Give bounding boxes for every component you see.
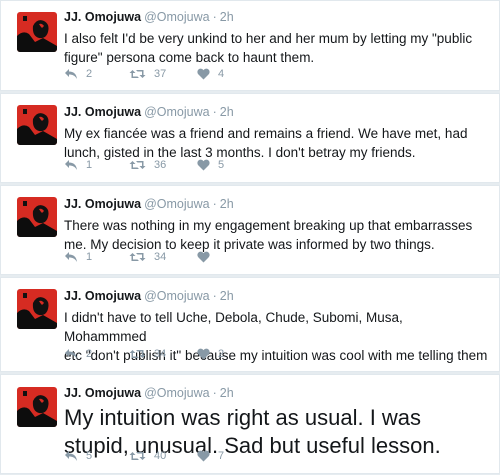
retweet-count: 36 xyxy=(154,159,167,171)
separator: · xyxy=(212,289,217,303)
tweet-header: JJ. Omojuwa @Omojuwa · 2h xyxy=(64,280,489,306)
heart-icon xyxy=(197,348,210,360)
retweet-icon xyxy=(129,348,146,360)
separator: · xyxy=(212,197,217,211)
reply-button[interactable]: 1 xyxy=(64,251,129,263)
reply-icon xyxy=(64,348,78,360)
author-handle[interactable]: @Omojuwa xyxy=(144,197,210,211)
retweet-icon xyxy=(129,159,146,171)
retweet-icon xyxy=(129,68,146,80)
reply-count: 1 xyxy=(86,251,93,263)
avatar[interactable] xyxy=(17,105,57,145)
like-count: 5 xyxy=(218,159,225,171)
reply-icon xyxy=(64,251,78,263)
like-button[interactable]: 2 xyxy=(197,348,247,360)
avatar[interactable] xyxy=(17,12,57,52)
separator: · xyxy=(212,10,217,24)
avatar[interactable] xyxy=(17,197,57,237)
tweet-header: JJ. Omojuwa @Omojuwa · 2h xyxy=(64,96,489,122)
tweet[interactable]: JJ. Omojuwa @Omojuwa · 2h I didn't have to t… xyxy=(0,277,500,372)
tweet[interactable]: JJ. Omojuwa @Omojuwa · 2h I also felt I'd be… xyxy=(0,0,500,91)
like-count: 2 xyxy=(218,348,225,360)
tweet-actions: 5 40 7 xyxy=(64,447,247,465)
author-name[interactable]: JJ. Omojuwa xyxy=(64,386,141,400)
retweet-button[interactable]: 34 xyxy=(129,348,197,360)
like-count: 4 xyxy=(218,68,225,80)
tweet-actions: 1 36 5 xyxy=(64,156,247,174)
separator: · xyxy=(212,386,217,400)
reply-icon xyxy=(64,450,78,462)
like-button[interactable] xyxy=(197,251,247,263)
author-name[interactable]: JJ. Omojuwa xyxy=(64,10,141,24)
like-button[interactable]: 5 xyxy=(197,159,247,171)
author-handle[interactable]: @Omojuwa xyxy=(144,386,210,400)
retweet-button[interactable]: 37 xyxy=(129,68,197,80)
tweet[interactable]: JJ. Omojuwa @Omojuwa · 2h My ex fiancée was … xyxy=(0,93,500,183)
timestamp[interactable]: 2h xyxy=(220,289,234,303)
reply-icon xyxy=(64,159,78,171)
timestamp[interactable]: 2h xyxy=(220,386,234,400)
author-handle[interactable]: @Omojuwa xyxy=(144,10,210,24)
like-count: 7 xyxy=(218,450,225,462)
reply-button[interactable]: 2 xyxy=(64,68,129,80)
author-name[interactable]: JJ. Omojuwa xyxy=(64,289,141,303)
avatar[interactable] xyxy=(17,289,57,329)
reply-count: 2 xyxy=(86,348,93,360)
author-name[interactable]: JJ. Omojuwa xyxy=(64,197,141,211)
tweet[interactable]: JJ. Omojuwa @Omojuwa · 2h There was nothing … xyxy=(0,185,500,275)
reply-button[interactable]: 5 xyxy=(64,450,129,462)
reply-button[interactable]: 1 xyxy=(64,159,129,171)
separator: · xyxy=(212,105,217,119)
tweet-header: JJ. Omojuwa @Omojuwa · 2h xyxy=(64,377,489,403)
avatar[interactable] xyxy=(17,387,57,427)
timestamp[interactable]: 2h xyxy=(220,197,234,211)
tweet-header: JJ. Omojuwa @Omojuwa · 2h xyxy=(64,2,489,27)
retweet-icon xyxy=(129,251,146,263)
tweet-header: JJ. Omojuwa @Omojuwa · 2h xyxy=(64,188,489,214)
like-button[interactable]: 4 xyxy=(197,68,247,80)
tweet-text: I also felt I'd be very unkind to her an… xyxy=(64,31,473,65)
author-handle[interactable]: @Omojuwa xyxy=(144,289,210,303)
retweet-count: 40 xyxy=(154,450,167,462)
tweet-actions: 2 34 2 xyxy=(64,345,247,363)
heart-icon xyxy=(197,251,210,263)
like-button[interactable]: 7 xyxy=(197,450,247,462)
tweet-actions: 2 37 4 xyxy=(64,65,247,83)
tweet[interactable]: JJ. Omojuwa @Omojuwa · 2h My intuition was r… xyxy=(0,374,500,474)
retweet-button[interactable]: 34 xyxy=(129,251,197,263)
retweet-count: 34 xyxy=(154,348,167,360)
timestamp[interactable]: 2h xyxy=(220,105,234,119)
retweet-count: 34 xyxy=(154,251,167,263)
reply-icon xyxy=(64,68,78,80)
heart-icon xyxy=(197,68,210,80)
timeline: JJ. Omojuwa @Omojuwa · 2h I also felt I'd be… xyxy=(0,0,500,475)
author-handle[interactable]: @Omojuwa xyxy=(144,105,210,119)
reply-count: 2 xyxy=(86,68,93,80)
reply-button[interactable]: 2 xyxy=(64,348,129,360)
tweet-actions: 1 34 xyxy=(64,248,247,266)
reply-count: 1 xyxy=(86,159,93,171)
retweet-button[interactable]: 36 xyxy=(129,159,197,171)
retweet-count: 37 xyxy=(154,68,167,80)
author-name[interactable]: JJ. Omojuwa xyxy=(64,105,141,119)
timestamp[interactable]: 2h xyxy=(220,10,234,24)
heart-icon xyxy=(197,159,210,171)
reply-count: 5 xyxy=(86,450,93,462)
retweet-button[interactable]: 40 xyxy=(129,450,197,462)
retweet-icon xyxy=(129,450,146,462)
heart-icon xyxy=(197,450,210,462)
